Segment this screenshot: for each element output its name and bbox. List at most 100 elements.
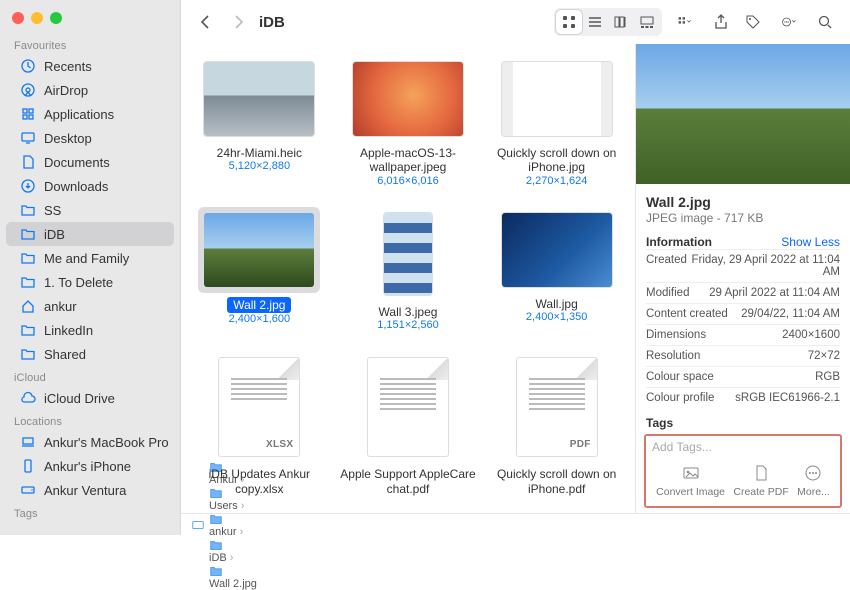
sidebar-item-shared[interactable]: Shared [6, 342, 174, 366]
file-item[interactable]: Apple Support AppleCare chat.pdf [336, 343, 481, 504]
sidebar-item-label: Recents [44, 59, 92, 74]
sidebar-item-ss[interactable]: SS [6, 198, 174, 222]
quick-action-convert-image[interactable]: Convert Image [656, 464, 725, 498]
laptop-icon [20, 434, 36, 450]
icon-view-button[interactable] [556, 10, 582, 34]
sidebar-item-idb[interactable]: iDB [6, 222, 174, 246]
home-icon [20, 298, 36, 314]
folder-icon [20, 322, 36, 338]
tags-highlight-box: Add Tags... Convert Image Create PDF Mor… [644, 434, 842, 508]
sidebar-item-label: Me and Family [44, 251, 129, 266]
gallery-view-button[interactable] [634, 10, 660, 34]
info-row: CreatedFriday, 29 April 2022 at 11:04 AM [646, 249, 840, 282]
sidebar-item-ankur-s-iphone[interactable]: Ankur's iPhone [6, 454, 174, 478]
path-bar: Ankur › Users › ankur › iDB › Wall 2.jpg [181, 513, 850, 535]
info-row: Colour profilesRGB IEC61966-2.1 [646, 387, 840, 408]
sidebar-group-title: Locations [0, 410, 180, 430]
quick-action-more-[interactable]: More... [797, 464, 830, 498]
path-segment[interactable]: iDB [209, 552, 227, 564]
image-thumb [204, 62, 314, 136]
quick-action-create-pdf[interactable]: Create PDF [733, 464, 788, 498]
sidebar-item-label: Ankur's MacBook Pro [44, 435, 169, 450]
folder-icon [20, 226, 36, 242]
forward-button[interactable] [225, 10, 251, 34]
folder-icon [209, 564, 223, 578]
file-name: Wall 3.jpeg [379, 305, 438, 319]
folder-icon [209, 538, 223, 552]
folder-icon [20, 346, 36, 362]
sidebar: Favourites Recents AirDrop Applications … [0, 0, 181, 535]
file-item[interactable]: Apple-macOS-13-wallpaper.jpeg 6,016×6,01… [336, 48, 481, 195]
inspector-panel: Wall 2.jpg JPEG image - 717 KB Informati… [635, 44, 850, 513]
info-row: Modified29 April 2022 at 11:04 AM [646, 282, 840, 303]
sidebar-item-label: Ankur's iPhone [44, 459, 131, 474]
minimize-window[interactable] [31, 12, 43, 24]
quick-action-icon [682, 464, 700, 482]
file-item[interactable]: PDF Quickly scroll down on iPhone.pdf [484, 343, 629, 504]
disk-icon [191, 518, 205, 532]
sidebar-item-desktop[interactable]: Desktop [6, 126, 174, 150]
preview-image [636, 44, 850, 184]
show-less-toggle[interactable]: Show Less [781, 235, 840, 249]
sidebar-item-label: Applications [44, 107, 114, 122]
sidebar-item-ankur-s-macbook-pro[interactable]: Ankur's MacBook Pro [6, 430, 174, 454]
file-icon-area[interactable]: 24hr-Miami.heic 5,120×2,880 Apple-macOS-… [181, 44, 635, 513]
list-view-button[interactable] [582, 10, 608, 34]
back-button[interactable] [193, 10, 219, 34]
add-tags-input[interactable]: Add Tags... [652, 440, 834, 454]
group-by-button[interactable] [668, 10, 702, 34]
chevron-icon: › [237, 526, 244, 538]
clock-icon [20, 58, 36, 74]
file-item[interactable]: Quickly scroll down on iPhone.jpg 2,270×… [484, 48, 629, 195]
sidebar-item-label: iDB [44, 227, 65, 242]
search-button[interactable] [812, 10, 838, 34]
file-item[interactable]: Wall.jpg 2,400×1,350 [484, 199, 629, 339]
phone-icon [20, 458, 36, 474]
file-name: Wall.jpg [536, 297, 578, 311]
tags-button[interactable] [740, 10, 766, 34]
document-thumb: PDF [516, 357, 598, 457]
sidebar-item-me-and-family[interactable]: Me and Family [6, 246, 174, 270]
sidebar-item-ankur-ventura[interactable]: Ankur Ventura [6, 478, 174, 502]
path-segment[interactable]: ankur [209, 526, 237, 538]
document-thumb [367, 357, 449, 457]
sidebar-item-label: SS [44, 203, 61, 218]
airdrop-icon [20, 82, 36, 98]
actions-button[interactable] [772, 10, 806, 34]
inspector-kind: JPEG image - 717 KB [646, 211, 840, 225]
sidebar-item-downloads[interactable]: Downloads [6, 174, 174, 198]
file-item[interactable]: 24hr-Miami.heic 5,120×2,880 [187, 48, 332, 195]
apps-icon [20, 106, 36, 122]
sidebar-item-recents[interactable]: Recents [6, 54, 174, 78]
toolbar: iDB [181, 0, 850, 44]
path-segment[interactable]: Wall 2.jpg [209, 578, 257, 590]
sidebar-item-icloud-drive[interactable]: iCloud Drive [6, 386, 174, 410]
close-window[interactable] [12, 12, 24, 24]
sidebar-item-label: Desktop [44, 131, 92, 146]
file-item[interactable]: Wall 2.jpg 2,400×1,600 [187, 199, 332, 339]
file-item[interactable]: XLSX iDB Updates Ankur copy.xlsx [187, 343, 332, 504]
sidebar-item-1-to-delete[interactable]: 1. To Delete [6, 270, 174, 294]
sidebar-item-linkedin[interactable]: LinkedIn [6, 318, 174, 342]
column-view-button[interactable] [608, 10, 634, 34]
image-thumb [502, 62, 612, 136]
sidebar-item-airdrop[interactable]: AirDrop [6, 78, 174, 102]
file-dimensions: 6,016×6,016 [377, 175, 438, 187]
sidebar-item-label: iCloud Drive [44, 391, 115, 406]
file-dimensions: 5,120×2,880 [229, 160, 290, 172]
cloud-icon [20, 390, 36, 406]
sidebar-item-label: Documents [44, 155, 110, 170]
file-name: iDB Updates Ankur copy.xlsx [191, 467, 328, 496]
sidebar-item-ankur[interactable]: ankur [6, 294, 174, 318]
folder-icon [20, 274, 36, 290]
file-item[interactable]: Wall 3.jpeg 1,151×2,560 [336, 199, 481, 339]
sidebar-item-label: 1. To Delete [44, 275, 113, 290]
sidebar-item-documents[interactable]: Documents [6, 150, 174, 174]
image-thumb [384, 213, 432, 295]
sidebar-group-title: Tags [0, 502, 180, 522]
info-row: Content created29/04/22, 11:04 AM [646, 303, 840, 324]
sidebar-item-applications[interactable]: Applications [6, 102, 174, 126]
zoom-window[interactable] [50, 12, 62, 24]
quick-action-icon [804, 464, 822, 482]
share-button[interactable] [708, 10, 734, 34]
